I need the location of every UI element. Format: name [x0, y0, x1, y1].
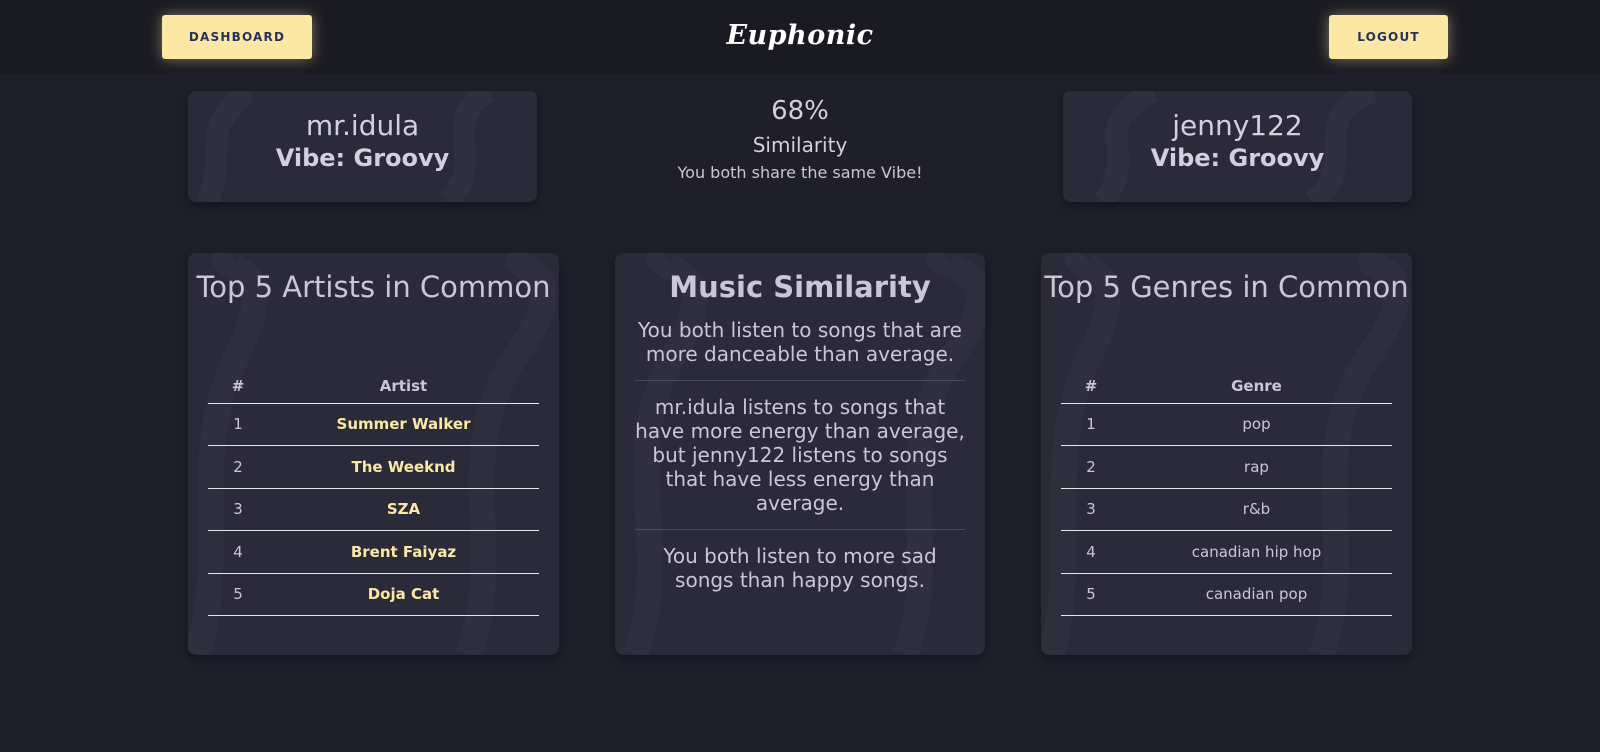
user-card-right: jenny122 Vibe: Groovy: [1063, 91, 1412, 202]
top-genres-panel: Top 5 Genres in Common # Genre 1 pop 2 r…: [1041, 253, 1412, 655]
table-header-row: # Artist: [208, 369, 539, 404]
similarity-percent: 68%: [771, 96, 829, 126]
similarity-label: Similarity: [752, 133, 848, 157]
table-row: 1 pop: [1061, 403, 1392, 446]
genre-name: canadian hip hop: [1121, 530, 1392, 574]
row-number: 2: [208, 445, 268, 489]
table-row: 4 canadian hip hop: [1061, 530, 1392, 574]
panel-title: Top 5 Genres in Common: [1044, 270, 1409, 304]
row-number: 3: [1061, 488, 1121, 531]
column-header-number: #: [1061, 369, 1121, 404]
top-artists-panel: Top 5 Artists in Common # Artist 1 Summe…: [188, 253, 559, 655]
user-name: jenny122: [1172, 109, 1303, 142]
table-row: 3 SZA: [208, 488, 539, 531]
table-row: 5 canadian pop: [1061, 573, 1392, 616]
list-item: mr.idula listens to songs that have more…: [635, 381, 965, 530]
table-row: 3 r&b: [1061, 488, 1392, 531]
artists-table: # Artist 1 Summer Walker 2 The Weeknd 3 …: [208, 369, 539, 616]
top-bar: DASHBOARD Euphonic LOGOUT: [0, 0, 1600, 73]
row-number: 5: [208, 573, 268, 616]
table-row: 2 rap: [1061, 445, 1392, 489]
music-similarity-list: You both listen to songs that are more d…: [615, 304, 985, 606]
row-number: 4: [1061, 530, 1121, 574]
user-card-left: mr.idula Vibe: Groovy: [188, 91, 537, 202]
user-vibe: Vibe: Groovy: [1150, 144, 1325, 172]
row-number: 1: [1061, 403, 1121, 446]
row-number: 2: [1061, 445, 1121, 489]
genre-name: pop: [1121, 403, 1392, 446]
similarity-summary: 68% Similarity You both share the same V…: [640, 94, 960, 184]
table-row: 4 Brent Faiyaz: [208, 530, 539, 574]
table-row: 2 The Weeknd: [208, 445, 539, 489]
artist-name: SZA: [268, 488, 539, 531]
genres-table: # Genre 1 pop 2 rap 3 r&b 4 canadian hip…: [1061, 369, 1392, 616]
artist-name: Brent Faiyaz: [268, 530, 539, 574]
artist-name: Summer Walker: [268, 403, 539, 446]
list-item: You both listen to more sad songs than h…: [663, 544, 937, 592]
music-similarity-panel: Music Similarity You both listen to song…: [615, 253, 985, 655]
table-header-row: # Genre: [1061, 369, 1392, 404]
panel-title: Top 5 Artists in Common: [196, 270, 551, 304]
table-row: 1 Summer Walker: [208, 403, 539, 446]
artist-name: The Weeknd: [268, 445, 539, 489]
column-header-number: #: [208, 369, 268, 404]
genre-name: canadian pop: [1121, 573, 1392, 616]
column-header-genre: Genre: [1121, 369, 1392, 404]
row-number: 3: [208, 488, 268, 531]
table-row: 5 Doja Cat: [208, 573, 539, 616]
user-vibe: Vibe: Groovy: [275, 144, 450, 172]
artist-name: Doja Cat: [268, 573, 539, 616]
row-number: 4: [208, 530, 268, 574]
list-item: You both listen to songs that are more d…: [635, 304, 965, 381]
dashboard-button[interactable]: DASHBOARD: [162, 15, 312, 59]
panel-title: Music Similarity: [669, 270, 931, 304]
genre-name: r&b: [1121, 488, 1392, 531]
similarity-note: You both share the same Vibe!: [677, 163, 923, 182]
user-name: mr.idula: [305, 109, 420, 142]
row-number: 5: [1061, 573, 1121, 616]
column-header-artist: Artist: [268, 369, 539, 404]
genre-name: rap: [1121, 445, 1392, 489]
euphonic-logo[interactable]: Euphonic: [700, 14, 900, 58]
logout-button[interactable]: LOGOUT: [1329, 15, 1448, 59]
row-number: 1: [208, 403, 268, 446]
